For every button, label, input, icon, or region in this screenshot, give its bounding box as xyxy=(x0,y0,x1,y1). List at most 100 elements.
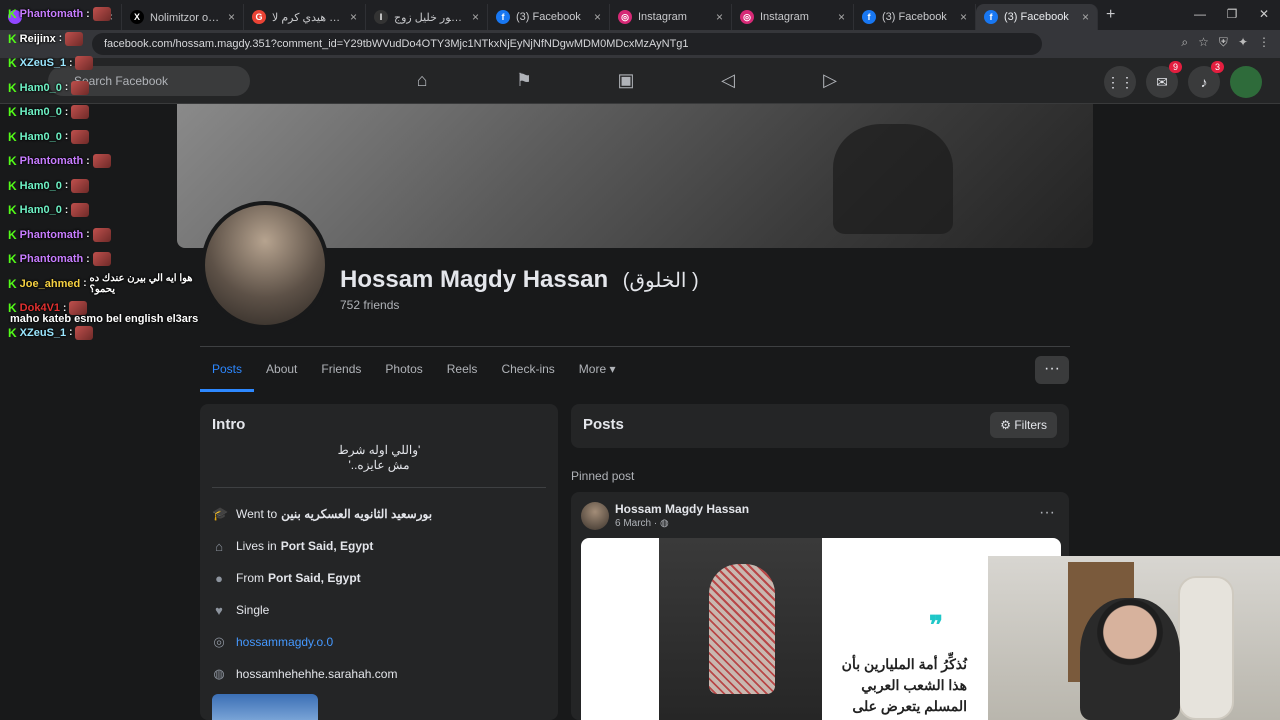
pinned-label: Pinned post xyxy=(571,469,635,483)
bio-line: 'واللي اوله شرط xyxy=(337,443,421,457)
chat-separator: : xyxy=(64,204,69,216)
extensions-icon[interactable]: ✦ xyxy=(1238,35,1248,50)
tab-more-label: More xyxy=(578,362,607,376)
chat-username[interactable]: Ham0_0 xyxy=(20,82,62,94)
chat-username[interactable]: Phantomath xyxy=(20,253,84,265)
tab-title: (3) Facebook xyxy=(1004,11,1069,23)
new-tab-button[interactable]: + xyxy=(1106,6,1115,24)
chat-separator: : xyxy=(86,155,90,167)
kick-badge-icon: K xyxy=(8,80,17,95)
minimize-button[interactable]: — xyxy=(1184,0,1216,30)
chat-username[interactable]: Phantomath xyxy=(20,155,84,167)
kick-badge-icon: K xyxy=(8,276,17,291)
graduation-cap-icon: 🎓 xyxy=(212,506,229,521)
close-tab-icon[interactable]: × xyxy=(960,10,967,24)
tab-favicon-icon: ◎ xyxy=(740,10,754,24)
chat-line: K Ham0_0: xyxy=(8,100,208,125)
divider xyxy=(212,487,546,488)
profile-picture[interactable] xyxy=(201,201,329,329)
close-tab-icon[interactable]: × xyxy=(228,10,235,24)
featured-photo[interactable] xyxy=(212,694,318,720)
chat-emote-icon xyxy=(65,31,84,46)
globe-icon: ◍ xyxy=(660,518,669,529)
filter-icon: ⚙ xyxy=(1000,418,1011,432)
messenger-icon: ✉ xyxy=(1156,73,1168,90)
chat-username[interactable]: Ham0_0 xyxy=(20,204,62,216)
intro-lives-in: ⌂ Lives in Port Said, Egypt xyxy=(212,530,546,562)
dashboard-icon[interactable]: ▣ xyxy=(614,70,638,91)
intro-row-value[interactable]: Port Said, Egypt xyxy=(268,571,361,585)
chat-username[interactable]: Phantomath xyxy=(20,229,84,241)
chat-emote-icon xyxy=(71,203,90,218)
tab-checkins[interactable]: Check-ins xyxy=(489,352,566,392)
close-window-button[interactable]: ✕ xyxy=(1248,0,1280,30)
browser-tab[interactable]: f (3) Facebook × xyxy=(854,4,976,30)
kick-badge-icon: K xyxy=(8,129,17,144)
chat-username[interactable]: Ham0_0 xyxy=(20,106,62,118)
menu-dots-icon[interactable]: ⋮ xyxy=(1258,35,1270,50)
close-tab-icon[interactable]: × xyxy=(472,10,479,24)
chat-text: هوا ايه الي بيرن عندك ده يحمو؟ xyxy=(89,272,193,295)
browser-tab[interactable]: I أحمد تيمور خليل زوج... × xyxy=(366,4,488,30)
tab-reels[interactable]: Reels xyxy=(435,352,490,392)
notifications-button[interactable]: ♪ 3 xyxy=(1188,61,1224,98)
post-author[interactable]: Hossam Magdy Hassan xyxy=(615,502,749,516)
maximize-button[interactable]: ❐ xyxy=(1216,0,1248,30)
chat-emote-icon xyxy=(71,129,90,144)
browser-tab[interactable]: ◎ Instagram × xyxy=(732,4,854,30)
post-date[interactable]: 6 March · ◍ xyxy=(615,518,669,529)
menu-grid-button[interactable]: ⋮⋮ xyxy=(1104,66,1136,98)
intro-row-value[interactable]: بورسعيد الثانويه العسكريه بنين xyxy=(281,507,432,521)
shield-icon[interactable]: ⛨ xyxy=(1219,35,1228,50)
chat-emote-icon xyxy=(92,154,111,169)
account-avatar[interactable] xyxy=(1230,66,1262,98)
tab-photos[interactable]: Photos xyxy=(373,352,434,392)
video-icon[interactable]: ▷ xyxy=(818,70,842,91)
profile-options-button[interactable]: ··· xyxy=(1035,356,1069,384)
zoom-icon[interactable]: ⌕ xyxy=(1181,35,1188,50)
browser-tab[interactable]: ◎ Instagram × xyxy=(610,4,732,30)
kick-badge-icon: K xyxy=(8,325,17,340)
friends-count[interactable]: 752 friends xyxy=(340,298,399,312)
chat-username[interactable]: Reijinx xyxy=(20,33,56,45)
tab-title: (3) Facebook xyxy=(516,11,581,23)
tab-about[interactable]: About xyxy=(254,352,309,392)
intro-row-value[interactable]: Port Said, Egypt xyxy=(281,539,374,553)
avatar[interactable] xyxy=(581,502,609,530)
close-tab-icon[interactable]: × xyxy=(1082,10,1089,24)
browser-tab[interactable]: G كومنتات هيدي كرم لا... × xyxy=(244,4,366,30)
close-tab-icon[interactable]: × xyxy=(350,10,357,24)
profile-alt-name: (الخلوق ) xyxy=(622,270,699,292)
chat-separator: : xyxy=(64,180,69,192)
chat-username[interactable]: XZeuS_1 xyxy=(20,327,66,339)
filters-button[interactable]: ⚙ Filters xyxy=(990,412,1057,438)
home-icon[interactable]: ⌂ xyxy=(410,70,434,91)
instagram-link[interactable]: hossammagdy.o.0 xyxy=(236,635,333,649)
kick-badge-icon: K xyxy=(8,227,17,242)
browser-tab[interactable]: f (3) Facebook × xyxy=(488,4,610,30)
chat-emote-icon xyxy=(92,252,111,267)
close-tab-icon[interactable]: × xyxy=(594,10,601,24)
chat-username[interactable]: Ham0_0 xyxy=(20,180,62,192)
pages-flag-icon[interactable]: ⚑ xyxy=(512,70,536,91)
chat-username[interactable]: Ham0_0 xyxy=(20,131,62,143)
post-date-text: 6 March · xyxy=(615,518,661,529)
messenger-button[interactable]: ✉ 9 xyxy=(1146,61,1182,98)
tab-more[interactable]: More ▾ xyxy=(567,352,628,392)
tab-posts[interactable]: Posts xyxy=(200,352,255,392)
post-options-button[interactable]: ··· xyxy=(1039,504,1055,522)
chat-separator: : xyxy=(69,57,73,69)
url-field[interactable]: facebook.com/hossam.magdy.351?comment_id… xyxy=(92,33,1042,55)
website-link[interactable]: hossamhehehhe.sarahah.com xyxy=(236,667,397,681)
chat-username[interactable]: Phantomath xyxy=(20,8,84,20)
chat-username[interactable]: XZeuS_1 xyxy=(20,57,66,69)
profile-name: Hossam Magdy Hassan (الخلوق ) xyxy=(340,266,699,294)
close-tab-icon[interactable]: × xyxy=(716,10,723,24)
browser-tab[interactable]: f (3) Facebook × xyxy=(976,4,1098,30)
bookmark-star-icon[interactable]: ☆ xyxy=(1198,35,1209,50)
chat-username[interactable]: Joe_ahmed xyxy=(20,278,81,290)
chat-line: K Ham0_0: xyxy=(8,125,208,150)
close-tab-icon[interactable]: × xyxy=(838,10,845,24)
ads-megaphone-icon[interactable]: ◁ xyxy=(716,70,740,91)
tab-friends[interactable]: Friends xyxy=(309,352,373,392)
